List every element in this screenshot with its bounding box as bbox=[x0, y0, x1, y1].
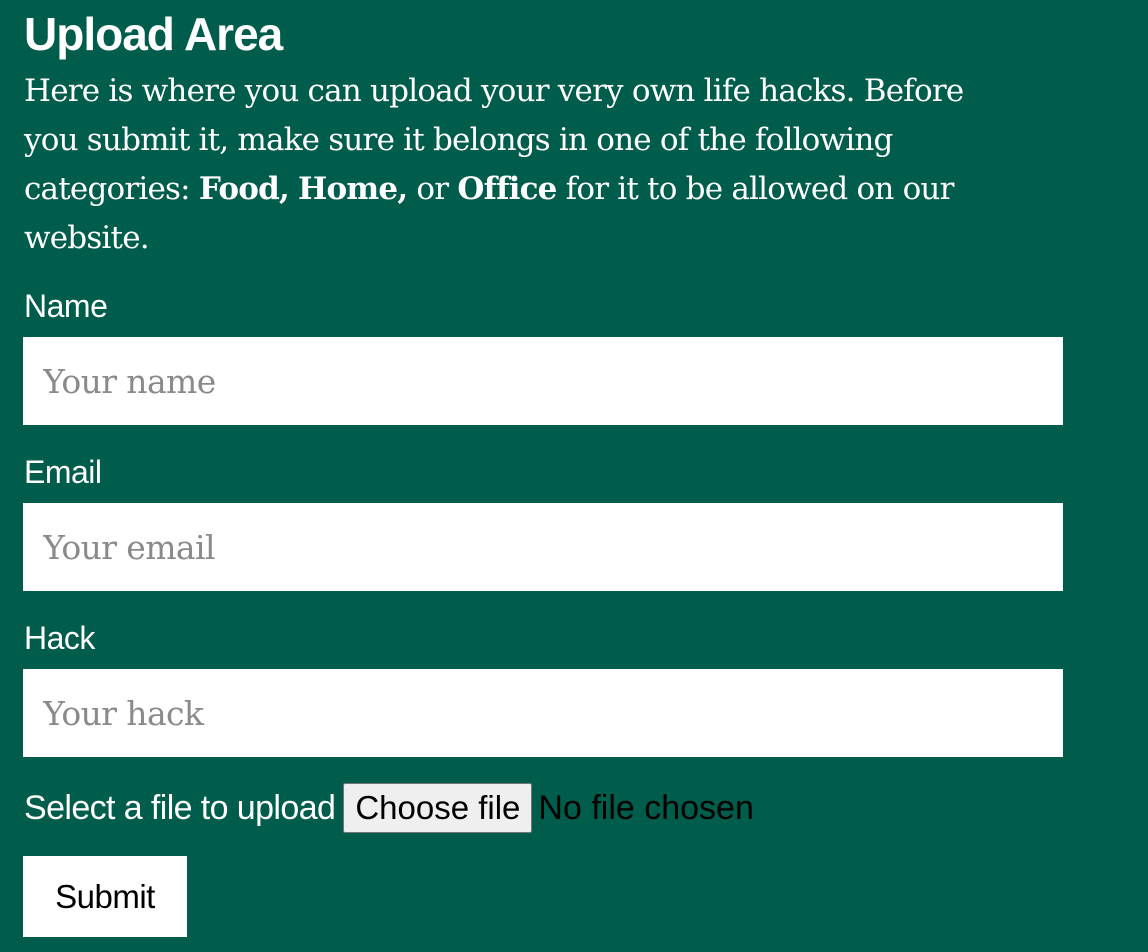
file-upload-label: Select a file to upload bbox=[24, 788, 336, 827]
intro-or: or bbox=[416, 171, 449, 207]
file-status: No file chosen bbox=[538, 788, 754, 827]
email-label: Email bbox=[24, 454, 102, 490]
submit-button[interactable]: Submit bbox=[23, 856, 187, 937]
email-input[interactable] bbox=[23, 503, 1063, 591]
hack-input[interactable] bbox=[23, 669, 1063, 757]
category-home: Home, bbox=[298, 171, 408, 207]
page-title: Upload Area bbox=[24, 8, 283, 60]
file-upload-row: Select a file to upload Choose file No f… bbox=[24, 780, 754, 836]
category-food: Food, bbox=[198, 171, 290, 207]
category-office: Office bbox=[457, 171, 557, 207]
intro-paragraph: Here is where you can upload your very o… bbox=[24, 67, 1024, 263]
name-label: Name bbox=[24, 288, 108, 324]
choose-file-button[interactable]: Choose file bbox=[343, 783, 533, 833]
name-input[interactable] bbox=[23, 337, 1063, 425]
hack-label: Hack bbox=[24, 620, 95, 656]
